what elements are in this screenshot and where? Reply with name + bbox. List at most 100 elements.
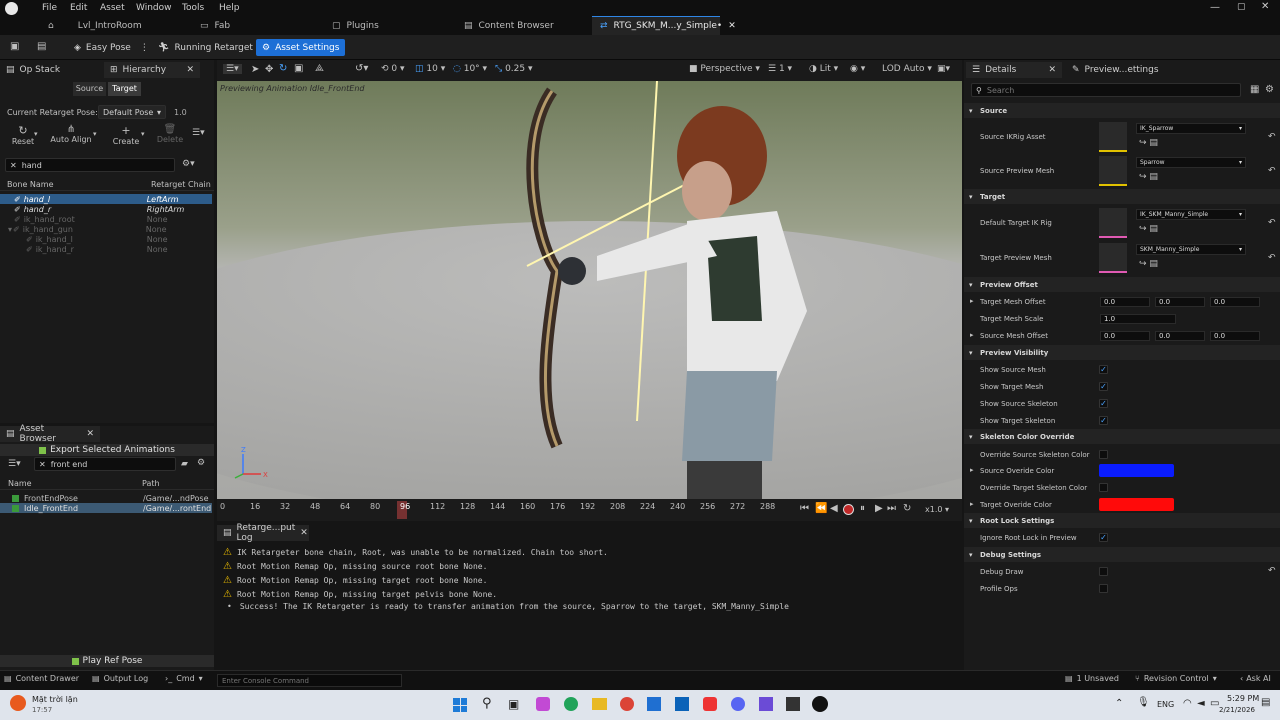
col-bone-name[interactable]: Bone Name [7,180,54,189]
rotation-snap-dropdown[interactable]: ◫ 10 ▾ [415,64,445,74]
section-skeleton-color[interactable]: ▾ Skeleton Color Override [964,429,1280,444]
reset-default-icon[interactable]: ↶ [1268,132,1276,142]
skip-end-icon[interactable]: ⏭ [887,503,896,514]
tab-details[interactable]: ☰ Details ✕ [966,62,1062,78]
close-panel-icon[interactable]: ✕ [186,65,194,75]
gear-icon[interactable]: ⚙▾ [182,159,195,169]
maximize-button[interactable]: ▢ [1237,2,1246,12]
rotate-icon[interactable]: ↻ [279,63,287,74]
perspective-dropdown[interactable]: ■ Perspective ▾ [689,64,760,74]
wifi-icon[interactable]: ◠ [1183,698,1192,709]
profile-ops-checkbox[interactable] [1099,584,1108,593]
source-offset-x[interactable]: 0.0 [1100,331,1150,341]
tab-lvl-introroom[interactable]: ⌂ Lvl_IntroRoom [40,16,150,35]
show-target-mesh-checkbox[interactable]: ✓ [1099,382,1108,391]
viewport-options-icon[interactable]: ▣▾ [937,64,950,74]
asset-search-input[interactable]: ✕ front end [34,457,176,471]
close-panel-icon[interactable]: ✕ [300,528,308,538]
target-mesh-scale-input[interactable]: 1.0 [1100,314,1176,324]
chevron-down-icon[interactable]: ▾ [34,130,38,138]
play-reverse-icon[interactable]: ◀ [830,503,838,514]
save-icon[interactable]: ▣ [10,41,19,52]
store-icon[interactable] [675,697,689,711]
tab-hierarchy[interactable]: ⊞ Hierarchy ✕ [104,62,200,78]
delete-button[interactable]: 🗑︎ Delete [156,124,184,144]
browse-icon[interactable]: ▤ [37,41,46,52]
pause-icon[interactable]: ⏸ [860,503,865,514]
app-icon[interactable] [759,697,773,711]
reset-default-icon[interactable]: ↶ [1268,566,1276,576]
loop-icon[interactable]: ↻ [903,503,911,514]
volume-icon[interactable]: ◄ [1197,698,1205,709]
vscode-icon[interactable] [647,697,661,711]
menu-help[interactable]: Help [219,3,240,13]
target-color-swatch[interactable] [1099,498,1174,511]
details-search-input[interactable]: ⚲ [971,83,1241,97]
debug-draw-checkbox[interactable] [1099,567,1108,576]
bone-row[interactable]: ▾ ✐ ik_hand_gun None [0,224,212,234]
tab-preview-settings[interactable]: ✎ Preview...ettings [1066,62,1165,78]
section-source[interactable]: ▾ Source [964,103,1280,118]
menu-asset[interactable]: Asset [100,3,125,13]
bone-row[interactable]: ✐ hand_r RightArm [0,204,212,214]
bone-search-input[interactable]: ✕ hand [5,158,175,172]
angle-snap-dropdown[interactable]: ◌ 10° ▾ [453,64,487,74]
expand-arrow-icon[interactable]: ▸ [970,500,974,508]
expand-arrow-icon[interactable]: ▸ [970,297,974,305]
override-target-color-checkbox[interactable] [1099,483,1108,492]
scale-icon[interactable]: ▣ [294,63,303,74]
minimize-button[interactable]: — [1210,2,1220,13]
source-offset-z[interactable]: 0.0 [1210,331,1260,341]
target-mesh-thumbnail[interactable] [1099,243,1127,273]
section-preview-visibility[interactable]: ▾ Preview Visibility [964,345,1280,360]
tab-op-stack[interactable]: ▤ Op Stack [0,62,66,78]
tab-asset-browser[interactable]: ▤ Asset Browser ✕ [0,424,100,444]
camera-count-dropdown[interactable]: ☰ 1 ▾ [768,64,792,74]
tab-retarget-log[interactable]: ▤ Retarge...put Log ✕ [217,523,309,543]
camera-speed-dropdown[interactable]: ⤡ 0.25 ▾ [495,64,533,74]
auto-align-button[interactable]: ⋔ Auto Align [50,124,92,144]
file-explorer-icon[interactable] [592,698,607,710]
edge-icon[interactable] [564,697,578,711]
reset-default-icon[interactable]: ↶ [1268,253,1276,263]
bone-chain[interactable]: None [147,215,168,224]
asset-settings-button[interactable]: ⚙ Asset Settings [256,39,346,56]
bone-chain[interactable]: None [147,235,168,244]
windows-start-icon[interactable] [453,698,467,712]
play-ref-pose-button[interactable]: Play Ref Pose [0,655,214,667]
create-button[interactable]: + Create [112,124,140,146]
notification-icon[interactable]: ▤ [1261,697,1270,708]
target-offset-y[interactable]: 0.0 [1155,297,1205,307]
chevron-down-icon[interactable]: ▾ [93,130,97,138]
target-mesh-dropdown[interactable]: SKM_Manny_Simple ▾ [1136,244,1246,255]
weather-label[interactable]: Mặt trời lặn [32,695,78,704]
chrome-icon[interactable] [620,697,634,711]
grid-view-icon[interactable]: ▦ [1250,84,1259,95]
use-asset-icon[interactable]: ↪ ▤ [1139,259,1158,269]
source-ikrig-dropdown[interactable]: IK_Sparrow ▾ [1136,123,1246,134]
close-window-button[interactable]: ✕ [1261,1,1269,12]
lod-dropdown[interactable]: LOD Auto ▾ [882,64,932,74]
current-pose-dropdown[interactable]: Default Pose ▾ [98,105,166,119]
view-mode-dropdown[interactable]: ◑ Lit ▾ [809,64,838,74]
source-ikrig-thumbnail[interactable] [1099,122,1127,152]
ignore-root-lock-checkbox[interactable]: ✓ [1099,533,1108,542]
menu-lines-icon[interactable]: ☰▾ [192,128,205,138]
sunset-weather-icon[interactable] [10,695,26,711]
reset-default-icon[interactable]: ↶ [1268,218,1276,228]
clock-time[interactable]: 5:29 PM [1227,694,1259,703]
target-toggle-button[interactable]: Target [108,82,141,96]
source-offset-y[interactable]: 0.0 [1155,331,1205,341]
expand-arrow-icon[interactable]: ▸ [970,331,974,339]
show-target-skeleton-checkbox[interactable]: ✓ [1099,416,1108,425]
target-offset-x[interactable]: 0.0 [1100,297,1150,307]
content-drawer-button[interactable]: ▤ Content Drawer [4,674,79,683]
export-selected-button[interactable]: Export Selected Animations [0,444,214,456]
section-root-lock[interactable]: ▾ Root Lock Settings [964,513,1280,528]
bone-chain[interactable]: None [147,245,168,254]
unreal-engine-icon[interactable] [812,696,828,712]
show-flags-dropdown[interactable]: ◉ ▾ [850,64,865,74]
source-toggle-button[interactable]: Source [73,82,106,96]
chevron-down-icon[interactable]: ▾ [141,130,145,138]
show-source-skeleton-checkbox[interactable]: ✓ [1099,399,1108,408]
